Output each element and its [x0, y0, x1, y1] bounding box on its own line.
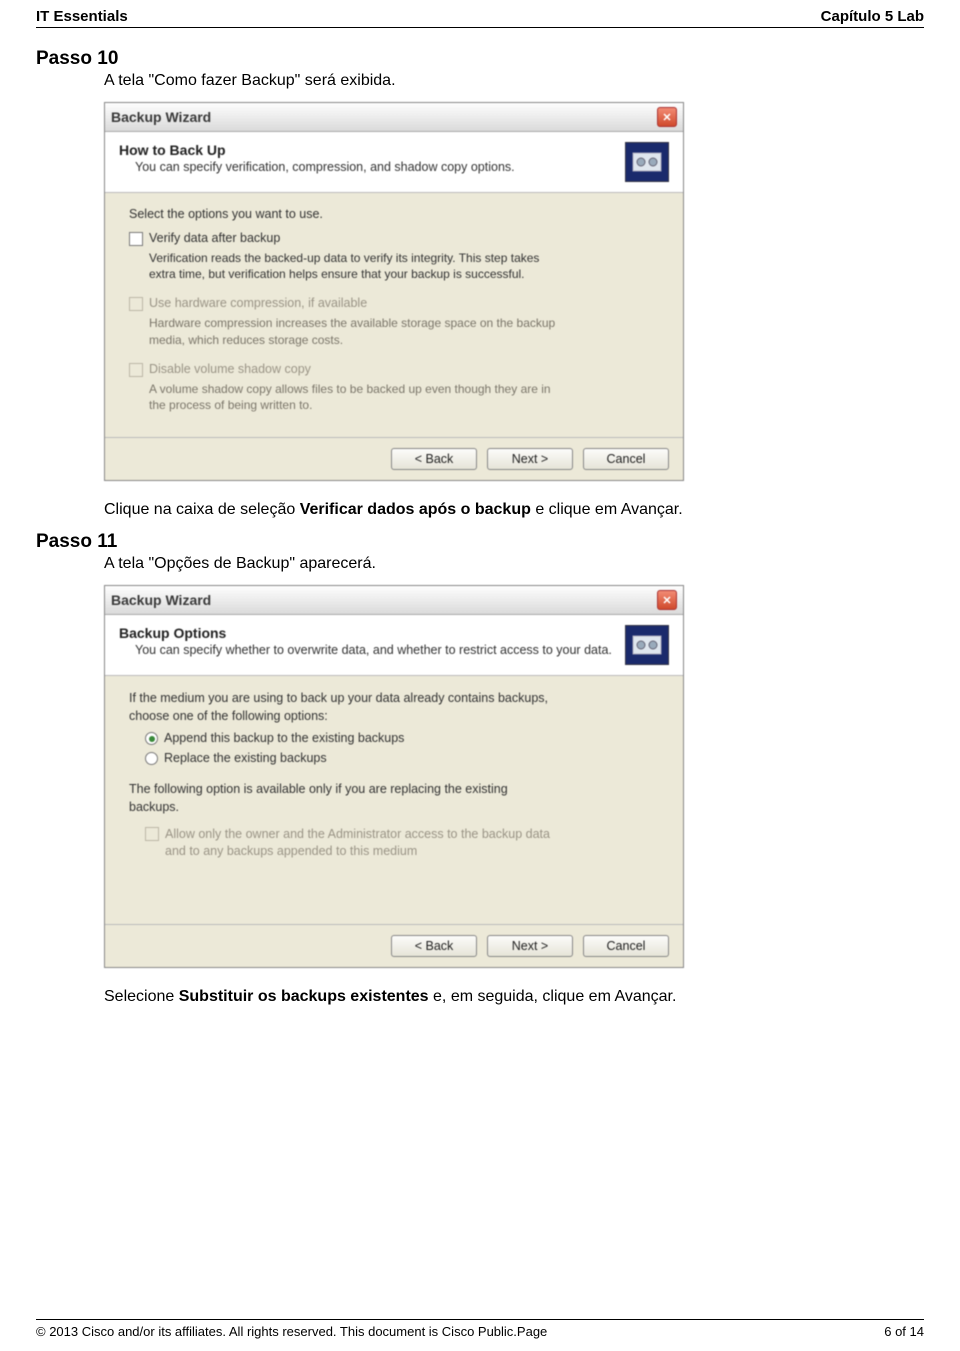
- opt-hwcomp-desc: Hardware compression increases the avail…: [149, 315, 569, 347]
- radio-append[interactable]: [145, 732, 158, 745]
- checkbox-verify-data[interactable]: [129, 232, 143, 246]
- dialog2-banner: Backup Options You can specify whether t…: [105, 615, 683, 676]
- tape-drive-icon: [625, 625, 669, 665]
- footer-rule: [36, 1319, 924, 1320]
- header-rule: [36, 27, 924, 28]
- checkbox-restrict-access: [145, 827, 159, 841]
- next-button[interactable]: Next >: [487, 448, 573, 470]
- step11-text: A tela "Opções de Backup" aparecerá.: [104, 555, 884, 573]
- step10-after-bold: Verificar dados após o backup: [300, 501, 531, 518]
- header-left: IT Essentials: [36, 8, 128, 25]
- opt-shadow-label: Disable volume shadow copy: [149, 362, 311, 376]
- dialog2-titlebar: Backup Wizard ✕: [105, 586, 683, 615]
- step11-heading: Passo 11: [36, 531, 924, 553]
- header-right: Capítulo 5 Lab: [821, 8, 924, 25]
- step10-text: A tela "Como fazer Backup" será exibida.: [104, 72, 884, 90]
- opt-verify-label: Verify data after backup: [149, 231, 280, 245]
- step11-after-suffix: e, em seguida, clique em Avançar.: [429, 988, 677, 1005]
- radio-replace-label: Replace the existing backups: [164, 751, 327, 765]
- dialog1-title: Backup Wizard: [111, 109, 211, 125]
- dialog1-banner-sub: You can specify verification, compressio…: [135, 160, 615, 174]
- dialog2-mid: The following option is available only i…: [129, 781, 559, 816]
- dialog-backup-options: Backup Wizard ✕ Backup Options You can s…: [104, 585, 684, 968]
- radio-append-label: Append this backup to the existing backu…: [164, 731, 404, 745]
- step10-after-prefix: Clique na caixa de seleção: [104, 501, 300, 518]
- opt-hwcomp-label: Use hardware compression, if available: [149, 296, 367, 310]
- dialog2-banner-sub: You can specify whether to overwrite dat…: [135, 643, 615, 657]
- step10-after: Clique na caixa de seleção Verificar dad…: [104, 501, 884, 519]
- dialog1-banner-title: How to Back Up: [119, 142, 615, 158]
- step10-after-suffix: e clique em Avançar.: [531, 501, 683, 518]
- step10-heading: Passo 10: [36, 48, 924, 70]
- dialog2-banner-title: Backup Options: [119, 625, 615, 641]
- step11-after-bold: Substituir os backups existentes: [179, 988, 429, 1005]
- close-icon[interactable]: ✕: [657, 107, 677, 127]
- dialog-how-to-backup: Backup Wizard ✕ How to Back Up You can s…: [104, 102, 684, 481]
- dialog1-titlebar: Backup Wizard ✕: [105, 103, 683, 132]
- footer-right: 6 of 14: [884, 1324, 924, 1339]
- back-button[interactable]: < Back: [391, 935, 477, 957]
- cancel-button[interactable]: Cancel: [583, 448, 669, 470]
- step11-after: Selecione Substituir os backups existent…: [104, 988, 884, 1006]
- checkbox-disable-shadow: [129, 363, 143, 377]
- cancel-button[interactable]: Cancel: [583, 935, 669, 957]
- dialog2-title: Backup Wizard: [111, 592, 211, 608]
- radio-replace[interactable]: [145, 752, 158, 765]
- dialog1-intro: Select the options you want to use.: [129, 207, 659, 221]
- close-icon[interactable]: ✕: [657, 590, 677, 610]
- dialog2-intro: If the medium you are using to back up y…: [129, 690, 559, 725]
- restrict-access-label: Allow only the owner and the Administrat…: [165, 826, 565, 860]
- step11-after-prefix: Selecione: [104, 988, 179, 1005]
- tape-drive-icon: [625, 142, 669, 182]
- dialog1-banner: How to Back Up You can specify verificat…: [105, 132, 683, 193]
- checkbox-hw-compression: [129, 297, 143, 311]
- opt-shadow-desc: A volume shadow copy allows files to be …: [149, 381, 569, 413]
- opt-verify-desc: Verification reads the backed-up data to…: [149, 250, 569, 282]
- footer-left: © 2013 Cisco and/or its affiliates. All …: [36, 1324, 547, 1339]
- next-button[interactable]: Next >: [487, 935, 573, 957]
- back-button[interactable]: < Back: [391, 448, 477, 470]
